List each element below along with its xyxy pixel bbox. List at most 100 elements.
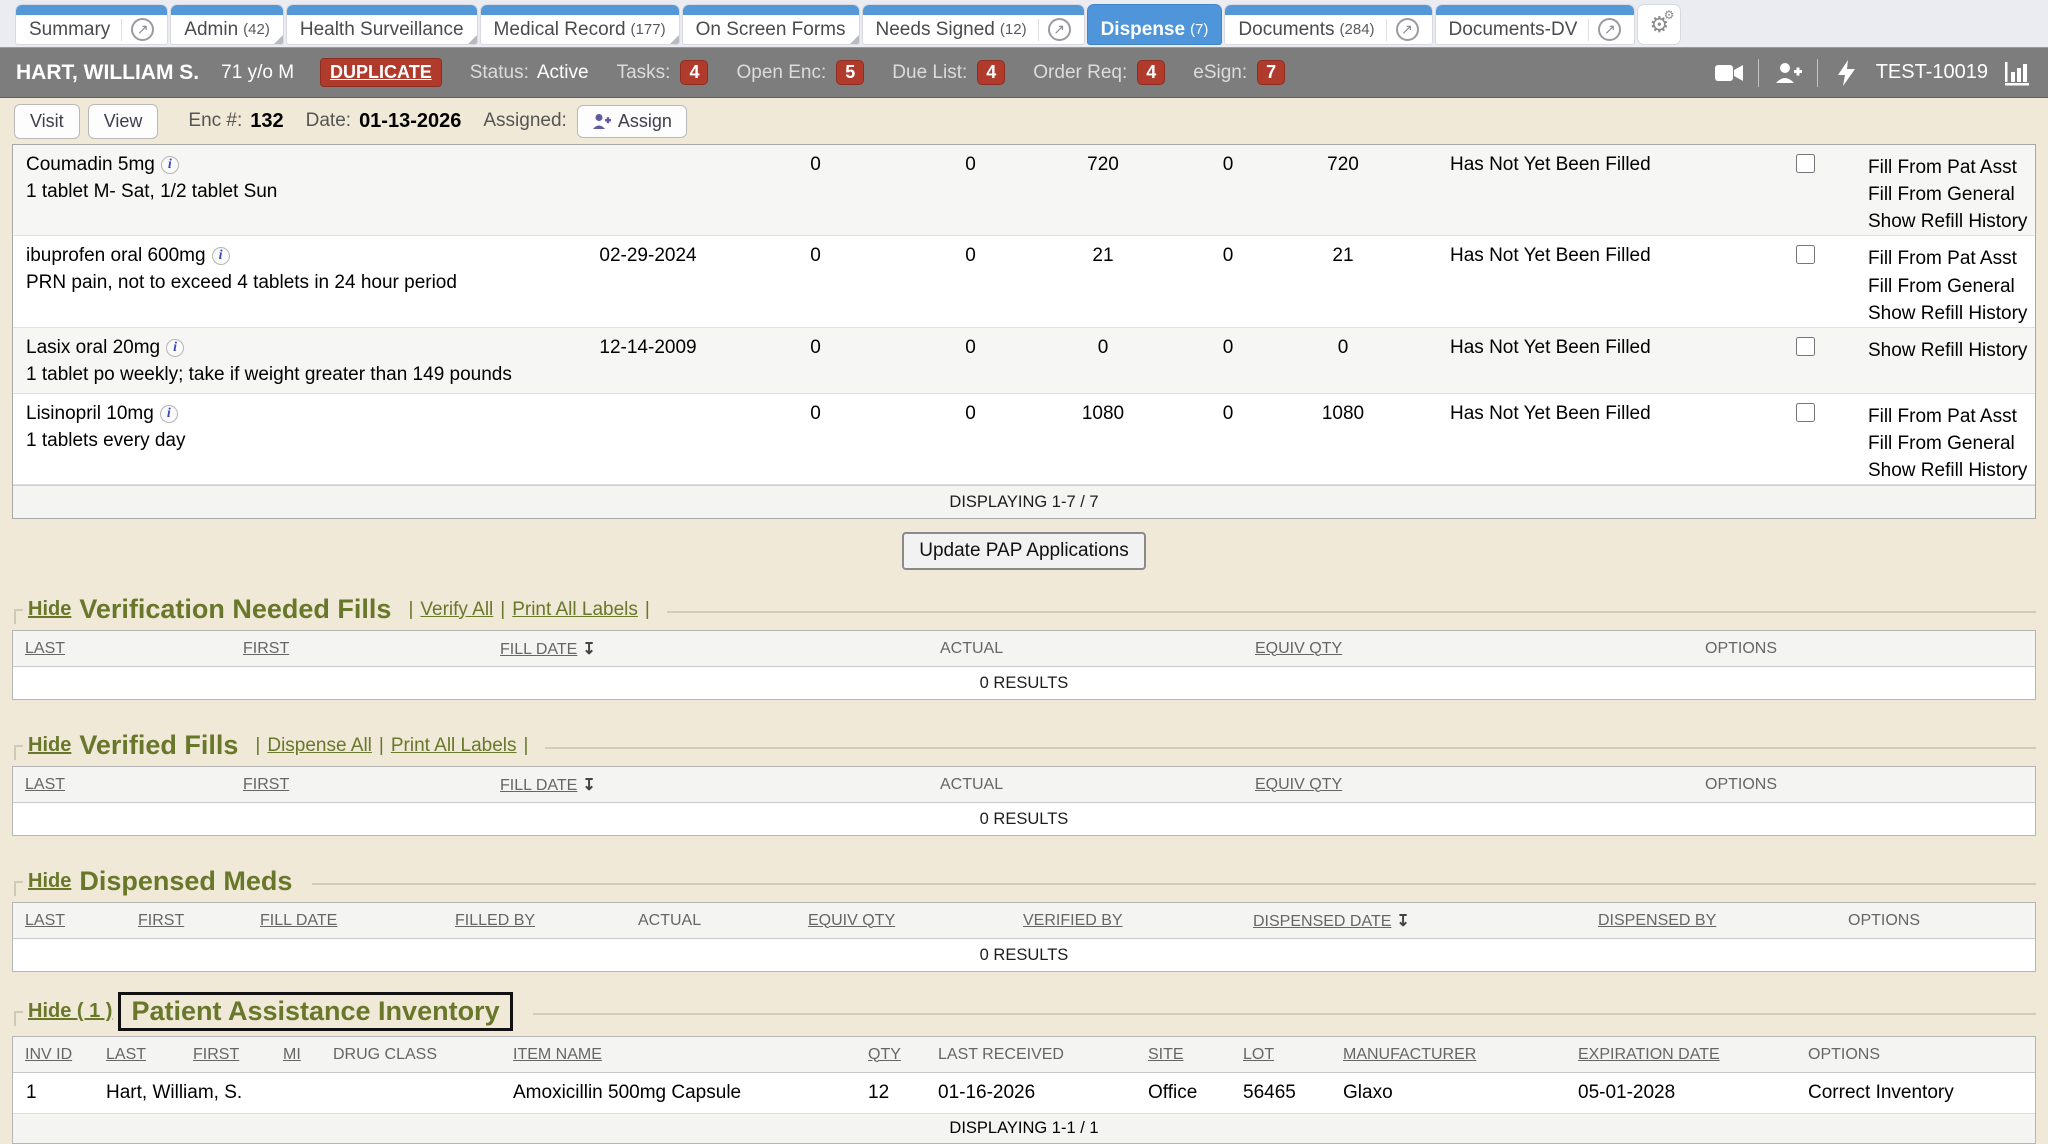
med-select-checkbox[interactable] (1796, 403, 1815, 422)
med-qty: 0 (908, 393, 1033, 484)
info-icon[interactable]: i (212, 247, 230, 265)
add-user-icon[interactable] (1773, 60, 1803, 86)
col-equiv-qty[interactable]: EQUIV QTY (808, 912, 895, 929)
open-new-window-icon[interactable]: ↗ (1598, 18, 1621, 41)
med-select-checkbox[interactable] (1796, 154, 1815, 173)
col-first[interactable]: FIRST (138, 912, 184, 929)
col-verified-by[interactable]: VERIFIED BY (1023, 912, 1123, 929)
col-fill-date[interactable]: FILL DATE (260, 912, 337, 929)
esign-count-badge[interactable]: 7 (1257, 60, 1285, 85)
col-lot[interactable]: LOT (1243, 1046, 1274, 1063)
settings-button[interactable]: ⚙ ⚙ (1638, 5, 1680, 44)
print-all-labels-link[interactable]: Print All Labels (391, 735, 517, 757)
col-last[interactable]: LAST (25, 912, 65, 929)
visit-button[interactable]: Visit (14, 104, 80, 139)
info-icon[interactable]: i (161, 156, 179, 174)
tab-medical-record[interactable]: Medical Record (177) (481, 5, 679, 44)
tasks-count-badge[interactable]: 4 (680, 60, 708, 85)
col-equiv-qty[interactable]: EQUIV QTY (1255, 776, 1342, 793)
info-icon[interactable]: i (160, 405, 178, 423)
fill-from-pat-asst-link[interactable]: Fill From Pat Asst (1868, 403, 2035, 430)
verify-all-link[interactable]: Verify All (420, 599, 493, 621)
col-dispensed-date[interactable]: DISPENSED DATE (1253, 913, 1391, 930)
fill-from-general-link[interactable]: Fill From General (1868, 273, 2035, 300)
col-equiv-qty[interactable]: EQUIV QTY (1255, 640, 1342, 657)
col-last[interactable]: LAST (25, 776, 65, 793)
col-item-name[interactable]: ITEM NAME (513, 1046, 602, 1063)
show-refill-history-link[interactable]: Show Refill History (1868, 300, 2035, 327)
show-refill-history-link[interactable]: Show Refill History (1868, 457, 2035, 484)
col-manufacturer[interactable]: MANUFACTURER (1343, 1046, 1476, 1063)
tab-documents-dv[interactable]: Documents-DV ↗ (1436, 5, 1635, 44)
open-enc-count-badge[interactable]: 5 (836, 60, 864, 85)
table-header-row: LAST FIRST FILL DATE FILLED BY ACTUAL EQ… (13, 903, 2035, 938)
dispense-screen: Summary ↗ Admin (42) Health Surveillance (0, 0, 2048, 1124)
section-corner (14, 1011, 23, 1026)
med-qty: 0 (723, 145, 908, 236)
med-select-checkbox[interactable] (1796, 245, 1815, 264)
col-qty[interactable]: QTY (868, 1046, 901, 1063)
show-refill-history-link[interactable]: Show Refill History (1868, 208, 2035, 235)
dropdown-fold-icon[interactable] (274, 35, 283, 44)
tab-summary[interactable]: Summary ↗ (16, 5, 167, 44)
tab-dispense[interactable]: Dispense (7) (1088, 5, 1222, 44)
video-camera-icon[interactable] (1714, 60, 1744, 86)
tab-needs-signed[interactable]: Needs Signed (12) ↗ (863, 5, 1084, 44)
col-first[interactable]: FIRST (243, 640, 289, 657)
col-fill-date[interactable]: FILL DATE (500, 777, 577, 794)
hide-verified-link[interactable]: Hide (28, 734, 71, 757)
tab-admin[interactable]: Admin (42) (171, 5, 283, 44)
open-new-window-icon[interactable]: ↗ (1048, 18, 1071, 41)
tab-label: Documents-DV (1449, 19, 1578, 41)
col-expiration-date[interactable]: EXPIRATION DATE (1578, 1046, 1720, 1063)
correct-inventory-link[interactable]: Correct Inventory (1808, 1072, 2035, 1113)
col-filled-by[interactable]: FILLED BY (455, 912, 535, 929)
bar-chart-icon[interactable] (2002, 60, 2032, 86)
view-button[interactable]: View (88, 104, 159, 139)
col-fill-date[interactable]: FILL DATE (500, 641, 577, 658)
col-drug-class: DRUG CLASS (333, 1046, 437, 1063)
fill-from-general-link[interactable]: Fill From General (1868, 181, 2035, 208)
separator: | (645, 599, 650, 621)
open-new-window-icon[interactable]: ↗ (1396, 18, 1419, 41)
results-count: 0 RESULTS (13, 666, 2035, 699)
station-id: TEST-10019 (1876, 61, 1988, 84)
col-last[interactable]: LAST (106, 1046, 146, 1063)
tab-documents[interactable]: Documents (284) ↗ (1225, 5, 1431, 44)
info-icon[interactable]: i (166, 339, 184, 357)
dropdown-fold-icon[interactable] (468, 35, 477, 44)
assign-button[interactable]: Assign (577, 105, 687, 138)
order-req-count-badge[interactable]: 4 (1137, 60, 1165, 85)
hide-verification-link[interactable]: Hide (28, 598, 71, 621)
open-new-window-icon[interactable]: ↗ (131, 18, 154, 41)
col-inv-id[interactable]: INV ID (25, 1046, 72, 1063)
med-select-checkbox[interactable] (1796, 337, 1815, 356)
col-first[interactable]: FIRST (193, 1046, 239, 1063)
hide-dispensed-link[interactable]: Hide (28, 870, 71, 893)
fill-from-pat-asst-link[interactable]: Fill From Pat Asst (1868, 154, 2035, 181)
dropdown-fold-icon[interactable] (670, 35, 679, 44)
col-mi[interactable]: MI (283, 1046, 301, 1063)
fill-from-pat-asst-link[interactable]: Fill From Pat Asst (1868, 245, 2035, 272)
due-list-count-badge[interactable]: 4 (977, 60, 1005, 85)
fill-from-general-link[interactable]: Fill From General (1868, 430, 2035, 457)
update-pap-applications-button[interactable]: Update PAP Applications (902, 532, 1146, 570)
tab-on-screen-forms[interactable]: On Screen Forms (683, 5, 859, 44)
fill-status: Has Not Yet Been Filled (1403, 145, 1758, 236)
col-last[interactable]: LAST (25, 640, 65, 657)
show-refill-history-link[interactable]: Show Refill History (1868, 337, 2035, 364)
print-all-labels-link[interactable]: Print All Labels (512, 599, 638, 621)
tab-health-surveillance[interactable]: Health Surveillance (287, 5, 477, 44)
col-site[interactable]: SITE (1148, 1046, 1184, 1063)
section-title: Dispensed Meds (79, 866, 292, 897)
dispense-all-link[interactable]: Dispense All (267, 735, 372, 757)
hide-pai-link[interactable]: Hide ( 1 ) (28, 1000, 112, 1023)
med-row-lisinopril: Lisinopril 10mgi 1 tablets every day 0 0… (13, 393, 2035, 484)
patient-assistance-inventory-section: Hide ( 1 ) Patient Assistance Inventory … (12, 992, 2036, 1144)
col-dispensed-by[interactable]: DISPENSED BY (1598, 912, 1716, 929)
col-first[interactable]: FIRST (243, 776, 289, 793)
dropdown-fold-icon[interactable] (850, 35, 859, 44)
duplicate-badge[interactable]: DUPLICATE (320, 58, 442, 87)
lightning-icon[interactable] (1832, 60, 1862, 86)
med-qty: 720 (1033, 145, 1173, 236)
